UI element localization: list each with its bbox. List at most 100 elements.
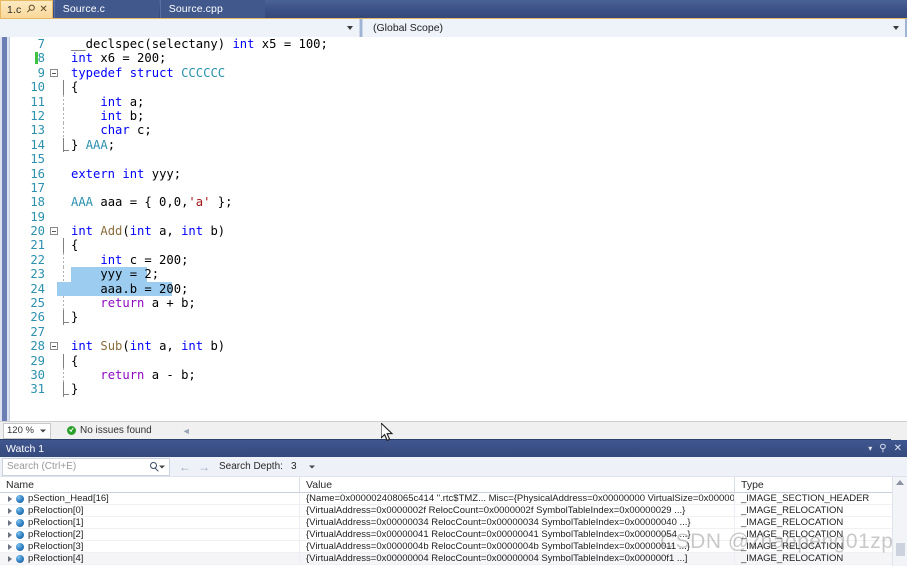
code-line[interactable]: int Add(int a, int b) xyxy=(49,224,907,238)
chevron-down-icon xyxy=(893,26,899,30)
chevron-down-icon[interactable] xyxy=(159,465,165,468)
cell-value[interactable]: {VirtualAddress=0x00000004 RelocCount=0x… xyxy=(300,552,735,565)
code-line[interactable]: } xyxy=(49,382,907,397)
cell-value[interactable]: {Name=0x000002408065c414 ".rtc$TMZ... Mi… xyxy=(300,492,735,505)
close-icon[interactable]: ✕ xyxy=(39,4,47,15)
code-line[interactable]: __declspec(selectany) int x5 = 100; xyxy=(49,37,907,51)
column-header-type[interactable]: Type xyxy=(735,477,907,492)
tab-source-c[interactable]: Source.c xyxy=(53,0,159,18)
cell-value[interactable]: {VirtualAddress=0x0000002f RelocCount=0x… xyxy=(300,504,735,517)
code-line[interactable]: char c; xyxy=(49,123,907,138)
code-token: { xyxy=(71,238,79,253)
code-token: AAA xyxy=(71,195,94,210)
cell-name[interactable]: pReloction[1] xyxy=(0,516,300,529)
code-line[interactable]: } xyxy=(49,310,907,325)
code-line-text: int b; xyxy=(49,109,144,123)
cell-value[interactable]: {VirtualAddress=0x0000004b RelocCount=0x… xyxy=(300,540,735,553)
code-token: x6 = 200; xyxy=(93,51,167,66)
code-token: Add xyxy=(100,224,123,239)
cell-value[interactable]: {VirtualAddress=0x00000034 RelocCount=0x… xyxy=(300,516,735,529)
expand-triangle-icon[interactable] xyxy=(8,555,12,562)
scrollbar-thumb[interactable] xyxy=(896,543,905,556)
code-line[interactable] xyxy=(49,325,907,339)
code-line[interactable]: AAA aaa = { 0,0,'a' }; xyxy=(49,195,907,209)
search-input-wrapper[interactable]: Search (Ctrl+E) xyxy=(2,457,170,476)
watch-vertical-scrollbar[interactable] xyxy=(892,477,907,566)
search-depth-dropdown[interactable]: 3 xyxy=(287,458,318,475)
code-line[interactable]: aaa.b = 200; xyxy=(49,281,907,297)
watch-panel-titlebar[interactable]: Watch 1 ▾ ⚲ ✕ xyxy=(0,440,907,457)
zoom-level-dropdown[interactable]: 120 % xyxy=(3,422,51,439)
gutter-line: 24 xyxy=(11,282,49,296)
table-row[interactable]: pReloction[4] {VirtualAddress=0x00000004 … xyxy=(0,552,907,565)
member-scope-dropdown[interactable]: (Global Scope) xyxy=(362,19,905,37)
cell-name[interactable]: pReloction[0] xyxy=(0,504,300,517)
code-line[interactable]: int a; xyxy=(49,94,907,109)
table-row[interactable]: pReloction[3] {VirtualAddress=0x0000004b … xyxy=(0,540,907,553)
issues-indicator[interactable]: No issues found xyxy=(67,425,152,436)
table-row[interactable]: pSection_Head[16] {Name=0x000002408065c41… xyxy=(0,492,907,505)
close-icon[interactable]: ✕ xyxy=(894,443,902,454)
code-line[interactable]: int Sub(int a, int b) xyxy=(49,339,907,353)
expand-triangle-icon[interactable] xyxy=(8,519,12,526)
cell-name[interactable]: pReloction[3] xyxy=(0,540,300,553)
pin-icon[interactable]: ⚲ xyxy=(879,443,886,454)
code-line[interactable] xyxy=(49,152,907,166)
cell-value[interactable]: {VirtualAddress=0x00000041 RelocCount=0x… xyxy=(300,528,735,541)
gutter-line: 12 xyxy=(11,109,49,123)
code-line[interactable]: { xyxy=(49,353,907,368)
type-scope-dropdown[interactable] xyxy=(0,19,360,37)
code-line[interactable] xyxy=(49,210,907,224)
code-line[interactable]: { xyxy=(49,80,907,95)
expand-triangle-icon[interactable] xyxy=(8,495,12,502)
chevron-down-icon[interactable]: ▾ xyxy=(868,444,872,453)
code-line[interactable]: typedef struct CCCCCC xyxy=(49,66,907,80)
magnifier-icon[interactable] xyxy=(150,461,157,469)
code-token: ( xyxy=(122,339,130,354)
arrow-right-icon[interactable]: → xyxy=(198,460,210,474)
pin-icon[interactable]: ⚲ xyxy=(24,2,38,16)
triangle-left-icon[interactable]: ◄ xyxy=(182,426,191,436)
code-text-area[interactable]: __declspec(selectany) int x5 = 100; int x… xyxy=(35,37,907,421)
expand-triangle-icon[interactable] xyxy=(8,531,12,538)
code-line[interactable]: return a - b; xyxy=(49,367,907,383)
column-header-name[interactable]: Name xyxy=(0,477,300,492)
arrow-left-icon[interactable]: ← xyxy=(179,460,191,474)
code-line[interactable]: int x6 = 200; xyxy=(35,51,907,66)
line-number: 31 xyxy=(30,382,45,397)
code-token: Sub xyxy=(100,339,123,354)
code-line[interactable]: return a + b; xyxy=(49,296,907,311)
code-line[interactable] xyxy=(49,181,907,195)
code-token: selectany xyxy=(151,37,218,51)
table-row[interactable]: pReloction[1] {VirtualAddress=0x00000034 … xyxy=(0,516,907,529)
issues-label: No issues found xyxy=(80,425,152,436)
code-line[interactable]: extern int yyy; xyxy=(49,167,907,181)
cell-name[interactable]: pReloction[2] xyxy=(0,528,300,541)
variable-name-label: pReloction[3] xyxy=(28,540,84,552)
gutter-line: 19 xyxy=(11,210,49,224)
column-header-value[interactable]: Value xyxy=(300,477,735,492)
watch-grid[interactable]: Name Value Type pSection_Head[16] {Name=0… xyxy=(0,477,907,566)
code-token: b) xyxy=(203,224,226,239)
expand-triangle-icon[interactable] xyxy=(8,507,12,514)
cell-name[interactable]: pSection_Head[16] xyxy=(0,492,300,505)
scroll-up-arrow-icon[interactable] xyxy=(896,480,904,485)
tab-1-c[interactable]: 1.c ⚲ ✕ xyxy=(0,0,53,18)
cell-name[interactable]: pReloction[4] xyxy=(0,552,300,565)
code-line[interactable]: } AAA; xyxy=(49,137,907,153)
gutter-line: 21 xyxy=(11,238,49,252)
code-token: CCCCCC xyxy=(181,65,226,80)
code-line[interactable]: yyy = 2; xyxy=(49,267,907,282)
code-line[interactable]: { xyxy=(49,238,907,253)
code-line[interactable]: int b; xyxy=(49,108,907,124)
gutter-line: 31 xyxy=(11,382,49,396)
code-editor[interactable]: 7 8 9 10 11 12 13 14 15 16 17 18 19 20 21 22 23 24 25 26 27 2… xyxy=(0,37,907,421)
expand-triangle-icon[interactable] xyxy=(8,543,12,550)
code-line[interactable]: int c = 200; xyxy=(49,252,907,268)
gutter-line: 13 xyxy=(11,123,49,137)
table-row[interactable]: pReloction[0] {VirtualAddress=0x0000002f … xyxy=(0,504,907,517)
table-row[interactable]: pReloction[2] {VirtualAddress=0x00000041 … xyxy=(0,528,907,541)
tab-source-cpp[interactable]: Source.cpp xyxy=(159,0,265,18)
